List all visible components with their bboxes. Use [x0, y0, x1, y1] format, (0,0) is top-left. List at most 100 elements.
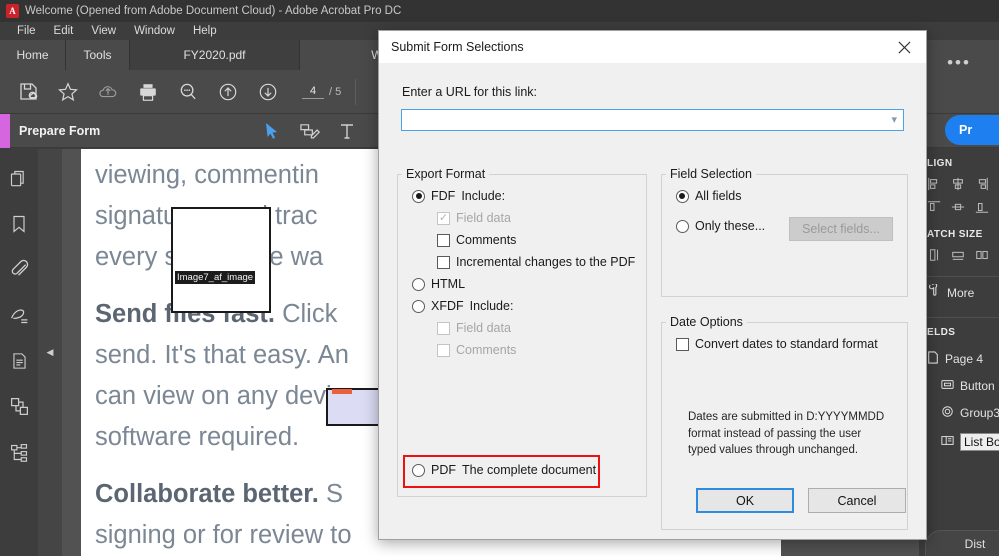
text-field-icon[interactable] [339, 122, 355, 140]
tags-tree-icon[interactable] [9, 442, 30, 468]
acrobat-logo-icon: A [6, 4, 19, 18]
list-box-icon [941, 435, 954, 449]
page-thumbnails-icon[interactable] [9, 169, 29, 194]
option-all-fields[interactable]: All fields [675, 185, 907, 207]
page-number-input[interactable]: 4 [302, 85, 324, 99]
edit-field-icon[interactable] [298, 121, 321, 141]
dialog-title: Submit Form Selections [391, 40, 524, 54]
option-fdf-comments[interactable]: Comments [412, 229, 646, 251]
match-size-section-header: ATCH SIZE [927, 229, 983, 240]
align-top-icon[interactable] [927, 200, 941, 217]
close-icon[interactable] [882, 31, 926, 63]
fields-tree-node-rename-input[interactable]: List Bo [960, 433, 999, 451]
radio-xfdf[interactable] [412, 299, 425, 313]
option-pdf-label: PDF [431, 463, 456, 477]
match-height-icon[interactable] [927, 248, 941, 265]
doc-line-rest: S [318, 480, 343, 508]
radio-html[interactable] [412, 277, 425, 291]
align-right-icon[interactable] [975, 177, 989, 194]
radio-pdf[interactable] [412, 463, 425, 477]
preview-button-label: Pr [959, 123, 973, 137]
ok-button-label: OK [735, 493, 755, 508]
dialog-button-row: OK Cancel [696, 488, 906, 513]
document-icon[interactable] [10, 351, 29, 376]
prepare-form-title: Prepare Form [19, 123, 101, 138]
align-icon-row-2 [919, 197, 999, 220]
toolbar-overflow-button[interactable]: ••• [919, 40, 999, 84]
radio-only-these[interactable] [675, 219, 689, 233]
radio-all-fields[interactable] [675, 189, 689, 203]
radio-fdf[interactable] [412, 189, 425, 203]
option-fdf[interactable]: FDF Include: [412, 185, 646, 207]
match-width-icon[interactable] [951, 248, 965, 265]
cancel-button[interactable]: Cancel [808, 488, 906, 513]
match-both-icon[interactable] [975, 248, 989, 265]
menu-item-edit[interactable]: Edit [45, 25, 83, 37]
panel-collapse-strip[interactable]: ◀ [38, 149, 62, 556]
fields-tree-node-button[interactable]: Button [919, 373, 999, 399]
wrench-icon [927, 282, 940, 302]
upload-cloud-icon[interactable] [88, 72, 128, 112]
select-fields-button-label: Select fields... [802, 222, 880, 236]
menu-item-window[interactable]: Window [125, 25, 184, 37]
save-icon[interactable] [8, 72, 48, 112]
option-fdf-incremental-label: Incremental changes to the PDF [456, 255, 636, 269]
option-xfdf[interactable]: XFDF Include: [412, 295, 646, 317]
match-size-icon-row [919, 245, 999, 268]
menu-item-help[interactable]: Help [184, 25, 226, 37]
export-format-group: Export Format FDF Include: Field data [397, 167, 647, 497]
tab-tools[interactable]: Tools [66, 40, 130, 70]
more-button[interactable]: More [919, 277, 999, 309]
fields-tree-node-listbox[interactable]: List Bo [919, 427, 999, 457]
toolbar-divider [355, 78, 357, 105]
option-fdf-suffix: Include: [461, 189, 506, 203]
radio-group-icon [941, 405, 954, 421]
option-pdf[interactable]: PDF The complete document [412, 459, 596, 481]
align-left-icon[interactable] [927, 177, 941, 194]
doc-line-rest: Click [274, 300, 338, 328]
select-fields-button: Select fields... [789, 217, 893, 241]
checkbox-convert-dates[interactable] [675, 337, 689, 351]
fields-tree-node-group3[interactable]: ▶ Group3 [919, 399, 999, 427]
fields-section-header: ELDS [927, 327, 956, 338]
menu-item-view[interactable]: View [82, 25, 125, 37]
tab-fy2020[interactable]: FY2020.pdf [130, 40, 300, 70]
align-section-header: LIGN [927, 158, 953, 169]
bookmarks-icon[interactable] [9, 214, 29, 239]
stamps-icon[interactable] [9, 396, 30, 422]
signature-icon[interactable] [9, 305, 30, 331]
align-bottom-icon[interactable] [975, 200, 989, 217]
ok-button[interactable]: OK [696, 488, 794, 513]
url-combobox[interactable]: ▾ [401, 109, 904, 131]
star-icon[interactable] [48, 72, 88, 112]
page-navigator: 4 / 5 [302, 85, 341, 99]
option-html[interactable]: HTML [412, 273, 646, 295]
more-button-label: More [947, 286, 975, 300]
fields-tree-node-page4[interactable]: Page 4 [919, 345, 999, 373]
previous-page-icon[interactable] [208, 72, 248, 112]
chevron-down-icon[interactable]: ▾ [891, 113, 897, 126]
distribute-button[interactable]: Dist [925, 530, 999, 556]
checkbox-xfdf-field-data [437, 321, 450, 335]
option-xfdf-field-data: Field data [412, 317, 646, 339]
checkbox-fdf-field-data [437, 211, 450, 225]
url-label: Enter a URL for this link: [402, 85, 538, 99]
preview-button[interactable]: Pr [945, 115, 999, 145]
option-convert-dates[interactable]: Convert dates to standard format [675, 333, 907, 355]
checkbox-fdf-comments[interactable] [437, 233, 450, 247]
checkbox-fdf-incremental[interactable] [437, 255, 450, 269]
select-arrow-icon[interactable] [265, 122, 280, 140]
print-icon[interactable] [128, 72, 168, 112]
align-middle-icon[interactable] [951, 200, 965, 217]
option-xfdf-suffix: Include: [469, 299, 514, 313]
attachments-icon[interactable] [9, 259, 30, 285]
prepare-form-right-panel: LIGN ATCH SIZE More ELDS Page 4 Button G… [919, 149, 999, 556]
form-field-image[interactable]: Image7_af_image [171, 207, 271, 313]
zoom-search-icon[interactable] [168, 72, 208, 112]
option-fdf-incremental[interactable]: Incremental changes to the PDF [412, 251, 646, 273]
tab-home[interactable]: Home [0, 40, 66, 70]
menu-item-file[interactable]: File [8, 25, 45, 37]
next-page-icon[interactable] [248, 72, 288, 112]
option-all-fields-label: All fields [694, 189, 742, 203]
align-center-horizontal-icon[interactable] [951, 177, 965, 194]
